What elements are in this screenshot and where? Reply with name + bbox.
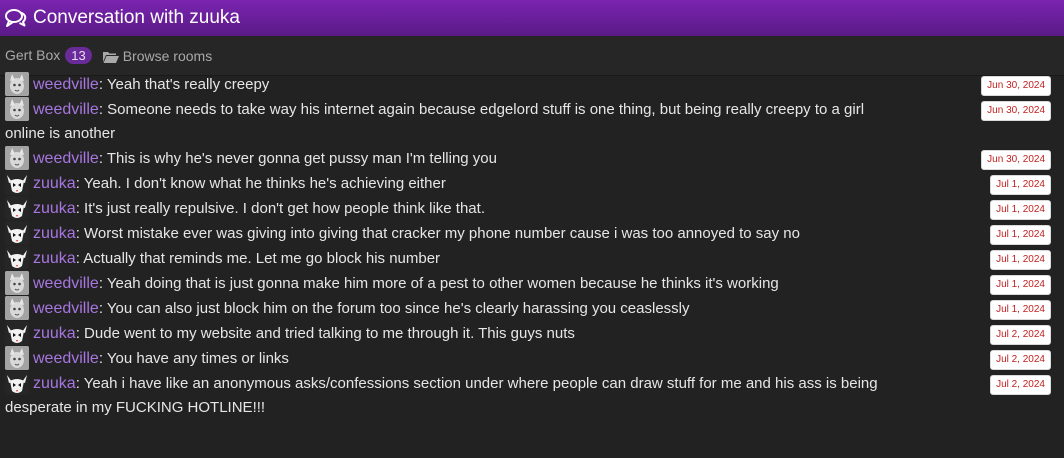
avatar[interactable] — [5, 146, 29, 170]
message-row: zuuka: Actually that reminds me. Let me … — [0, 246, 1064, 271]
gert-box-count-badge: 13 — [65, 47, 92, 64]
message-text: Yeah that's really creepy — [106, 76, 270, 93]
page-header: Conversation with zuuka — [0, 0, 1064, 36]
message-separator: : — [75, 375, 84, 392]
message-text: Yeah doing that is just gonna make him m… — [106, 275, 779, 292]
avatar[interactable] — [5, 271, 29, 295]
username-link[interactable]: weedville — [33, 275, 99, 292]
avatar[interactable] — [5, 321, 29, 345]
message-date-badge: Jun 30, 2024 — [981, 76, 1051, 96]
message-text: Actually that reminds me. Let me go bloc… — [83, 250, 441, 267]
message-separator: : — [75, 225, 85, 242]
message-date-badge: Jul 1, 2024 — [990, 250, 1051, 270]
username-link[interactable]: weedville — [33, 101, 99, 118]
username-link[interactable]: weedville — [33, 300, 99, 317]
message-row: zuuka: It's just really repulsive. I don… — [0, 196, 1064, 221]
message-date-badge: Jul 2, 2024 — [990, 350, 1051, 370]
gert-box-label: Gert Box — [5, 47, 61, 63]
username-link[interactable]: zuuka — [33, 200, 76, 217]
message-separator: : — [98, 275, 107, 292]
toolbar: Gert Box 13 Browse rooms — [0, 36, 1064, 76]
message-date-badge: Jul 2, 2024 — [990, 375, 1051, 395]
message-row: weedville: Yeah doing that is just gonna… — [0, 271, 1064, 296]
avatar[interactable] — [5, 171, 29, 195]
message-text: Worst mistake ever was giving into givin… — [84, 225, 800, 242]
message-text: This is why he's never gonna get pussy m… — [106, 150, 497, 167]
avatar[interactable] — [5, 296, 29, 320]
avatar[interactable] — [5, 371, 29, 395]
message-date-badge: Jul 1, 2024 — [990, 200, 1051, 220]
message-row: weedville: You have any times or links Ju… — [0, 346, 1064, 371]
username-link[interactable]: zuuka — [33, 250, 76, 267]
comments-icon — [5, 8, 27, 28]
message-date-badge: Jun 30, 2024 — [981, 150, 1051, 170]
message-row: zuuka: Worst mistake ever was giving int… — [0, 221, 1064, 246]
message-row: zuuka: Yeah i have like an anonymous ask… — [0, 371, 1064, 420]
username-link[interactable]: zuuka — [33, 225, 76, 242]
avatar[interactable] — [5, 97, 29, 121]
message-text: Dude went to my website and tried talkin… — [84, 325, 575, 342]
username-link[interactable]: weedville — [33, 76, 99, 93]
message-row: zuuka: Dude went to my website and tried… — [0, 321, 1064, 346]
message-date-badge: Jul 1, 2024 — [990, 275, 1051, 295]
avatar[interactable] — [5, 72, 29, 96]
message-row: weedville: You can also just block him o… — [0, 296, 1064, 321]
message-separator: : — [75, 325, 85, 342]
message-text: Yeah i have like an anonymous asks/confe… — [5, 375, 878, 416]
avatar[interactable] — [5, 221, 29, 245]
message-date-badge: Jul 1, 2024 — [990, 225, 1051, 245]
username-link[interactable]: zuuka — [33, 375, 76, 392]
page-title: Conversation with zuuka — [33, 7, 240, 28]
message-text: Yeah. I don't know what he thinks he's a… — [83, 175, 446, 192]
message-separator: : — [98, 101, 108, 118]
message-row: weedville: Yeah that's really creepy Jun … — [0, 72, 1064, 97]
browse-rooms-label: Browse rooms — [122, 47, 213, 64]
message-separator: : — [98, 300, 107, 317]
browse-rooms-link[interactable]: Browse rooms — [102, 47, 213, 64]
avatar[interactable] — [5, 246, 29, 270]
message-separator: : — [98, 350, 107, 367]
username-link[interactable]: zuuka — [33, 325, 76, 342]
message-separator: : — [98, 150, 107, 167]
username-link[interactable]: weedville — [33, 150, 99, 167]
message-separator: : — [98, 76, 107, 93]
message-row: weedville: Someone needs to take way his… — [0, 97, 1064, 146]
avatar[interactable] — [5, 346, 29, 370]
username-link[interactable]: zuuka — [33, 175, 76, 192]
folder-open-icon — [102, 50, 119, 63]
message-date-badge: Jun 30, 2024 — [981, 101, 1051, 121]
message-row: zuuka: Yeah. I don't know what he thinks… — [0, 171, 1064, 196]
avatar[interactable] — [5, 196, 29, 220]
message-text: It's just really repulsive. I don't get … — [84, 200, 485, 217]
message-date-badge: Jul 2, 2024 — [990, 325, 1051, 345]
gert-box-link[interactable]: Gert Box 13 — [5, 47, 92, 64]
message-list: weedville: Yeah that's really creepy Jun … — [0, 72, 1064, 420]
message-text: You have any times or links — [106, 350, 289, 367]
message-text: Someone needs to take way his internet a… — [5, 101, 865, 142]
message-date-badge: Jul 1, 2024 — [990, 300, 1051, 320]
message-row: weedville: This is why he's never gonna … — [0, 146, 1064, 171]
message-separator: : — [75, 175, 84, 192]
message-separator: : — [75, 200, 85, 217]
message-date-badge: Jul 1, 2024 — [990, 175, 1051, 195]
message-text: You can also just block him on the forum… — [106, 300, 690, 317]
username-link[interactable]: weedville — [33, 350, 99, 367]
